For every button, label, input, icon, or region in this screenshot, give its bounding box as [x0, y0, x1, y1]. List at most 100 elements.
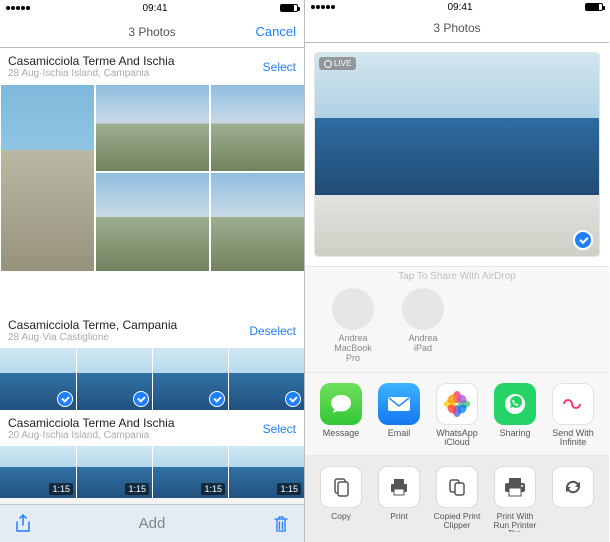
action-label: Print With Run Printer Pro Workflow [491, 512, 539, 532]
cancel-button[interactable]: Cancel [226, 24, 296, 39]
message-icon [320, 383, 362, 425]
section-subtitle: 20 Aug·Ischia Island, Campania [8, 430, 175, 441]
video-thumbnail[interactable]: 1:15 [0, 446, 76, 498]
select-section-button[interactable]: Select [263, 60, 296, 74]
preview-area: LIVE [305, 43, 609, 266]
select-section-button[interactable]: Select [263, 422, 296, 436]
infinite-icon [552, 383, 594, 425]
airdrop-label: AndreaMacBook Pro [327, 334, 379, 364]
duration-badge: 1:15 [49, 483, 73, 495]
checkmark-icon [57, 391, 73, 407]
video-thumbnail[interactable]: 1:15 [228, 446, 304, 498]
photo-grid [0, 84, 304, 272]
signal-dots-icon [6, 6, 30, 10]
photo-thumbnail[interactable] [210, 172, 304, 272]
photo-thumbnail[interactable] [228, 348, 304, 410]
checkmark-icon [209, 391, 225, 407]
nav-bar: 3 Photos [305, 14, 609, 43]
action-label: Copy [331, 512, 351, 532]
section-subtitle: 28 Aug·Via Castiglione [8, 332, 177, 343]
nav-title: 3 Photos [128, 25, 175, 39]
battery-icon [585, 3, 603, 11]
section-title: Casamicciola Terme And Ischia [8, 416, 175, 430]
airdrop-target[interactable]: AndreaiPad [397, 288, 449, 364]
duration-badge: 1:15 [201, 483, 225, 495]
copies-icon [436, 466, 478, 508]
phone-left-selection: 09:41 3 Photos Cancel Casamicciola Terme… [0, 0, 305, 542]
action-copy[interactable]: Copy [317, 466, 365, 532]
action-label: Print [390, 512, 407, 532]
photos-icon [436, 383, 478, 425]
phone-right-share: 09:41 3 Photos LIVE Tap To Share With Ai… [305, 0, 609, 542]
preview-photo[interactable]: LIVE [314, 52, 600, 257]
status-bar: 09:41 [305, 0, 609, 14]
share-sheet: Tap To Share With AirDrop AndreaMacBook … [305, 266, 609, 542]
photo-thumbnail[interactable] [0, 348, 76, 410]
sync-icon [552, 466, 594, 508]
app-label: WhatsApp iCloud Photos [433, 429, 481, 447]
bottom-toolbar: Add [0, 504, 304, 542]
app-label: Send With Infinite [549, 429, 597, 447]
share-app-whatsapp[interactable]: Sharing [491, 383, 539, 447]
printer-icon [494, 466, 536, 508]
share-app-infinite[interactable]: Send With Infinite [549, 383, 597, 447]
status-left [6, 6, 30, 10]
photo-strip: 1:15 1:15 1:15 1:15 [0, 446, 304, 498]
section-header: Casamicciola Terme And Ischia 20 Aug·Isc… [0, 410, 304, 446]
airdrop-target[interactable]: AndreaMacBook Pro [327, 288, 379, 364]
status-right [585, 3, 603, 11]
mail-icon [378, 383, 420, 425]
section-title: Casamicciola Terme, Campania [8, 318, 177, 332]
status-right [280, 4, 298, 12]
photo-thumbnail[interactable] [95, 172, 210, 272]
checkmark-icon [573, 230, 593, 250]
avatar-icon [402, 288, 444, 330]
live-badge-icon: LIVE [319, 57, 356, 70]
whatsapp-icon [494, 383, 536, 425]
status-bar: 09:41 [0, 0, 304, 16]
section-header: Casamicciola Terme, Campania 28 Aug·Via … [0, 312, 304, 348]
status-time: 09:41 [142, 3, 167, 14]
share-app-icloud-photos[interactable]: WhatsApp iCloud Photos [433, 383, 481, 447]
share-app-message[interactable]: Message [317, 383, 365, 447]
airdrop-hint: Tap To Share With AirDrop [305, 267, 609, 288]
video-thumbnail[interactable]: 1:15 [76, 446, 152, 498]
copy-icon [320, 466, 362, 508]
photo-thumbnail[interactable] [210, 84, 304, 172]
action-label: Copied Print Clipper [433, 512, 481, 532]
action-printer-pro[interactable]: Print With Run Printer Pro Workflow [491, 466, 539, 532]
photo-thumbnail[interactable] [76, 348, 152, 410]
battery-icon [280, 4, 298, 12]
share-actions-row: Copy Print Copied Print Clipper [305, 456, 609, 542]
section-header: Casamicciola Terme And Ischia 28 Aug·Isc… [0, 48, 304, 84]
app-label: Email [388, 429, 411, 447]
action-workflow[interactable] [549, 466, 597, 532]
photo-thumbnail[interactable] [0, 84, 95, 272]
add-button[interactable]: Add [0, 515, 304, 532]
airdrop-row: AndreaMacBook Pro AndreaiPad [305, 288, 609, 372]
airdrop-label: AndreaiPad [408, 334, 437, 354]
duration-badge: 1:15 [125, 483, 149, 495]
avatar-icon [332, 288, 374, 330]
video-thumbnail[interactable]: 1:15 [152, 446, 228, 498]
action-print[interactable]: Print [375, 466, 423, 532]
photo-selection-body: Casamicciola Terme And Ischia 28 Aug·Isc… [0, 48, 304, 504]
photo-thumbnail[interactable] [95, 84, 210, 172]
checkmark-icon [285, 391, 301, 407]
app-label: Sharing [499, 429, 530, 447]
signal-dots-icon [311, 5, 335, 9]
section-title: Casamicciola Terme And Ischia [8, 54, 175, 68]
duration-badge: 1:15 [277, 483, 301, 495]
nav-bar: 3 Photos Cancel [0, 16, 304, 48]
share-app-email[interactable]: Email [375, 383, 423, 447]
deselect-section-button[interactable]: Deselect [249, 324, 296, 338]
status-left [311, 5, 335, 9]
blank-gap [0, 272, 304, 312]
section-subtitle: 28 Aug·Ischia Island, Campania [8, 68, 175, 79]
photo-thumbnail[interactable] [152, 348, 228, 410]
share-apps-row: Message Email [305, 372, 609, 456]
action-clipper[interactable]: Copied Print Clipper [433, 466, 481, 532]
nav-title: 3 Photos [433, 21, 480, 35]
photo-strip [0, 348, 304, 410]
app-label: Message [323, 429, 360, 447]
